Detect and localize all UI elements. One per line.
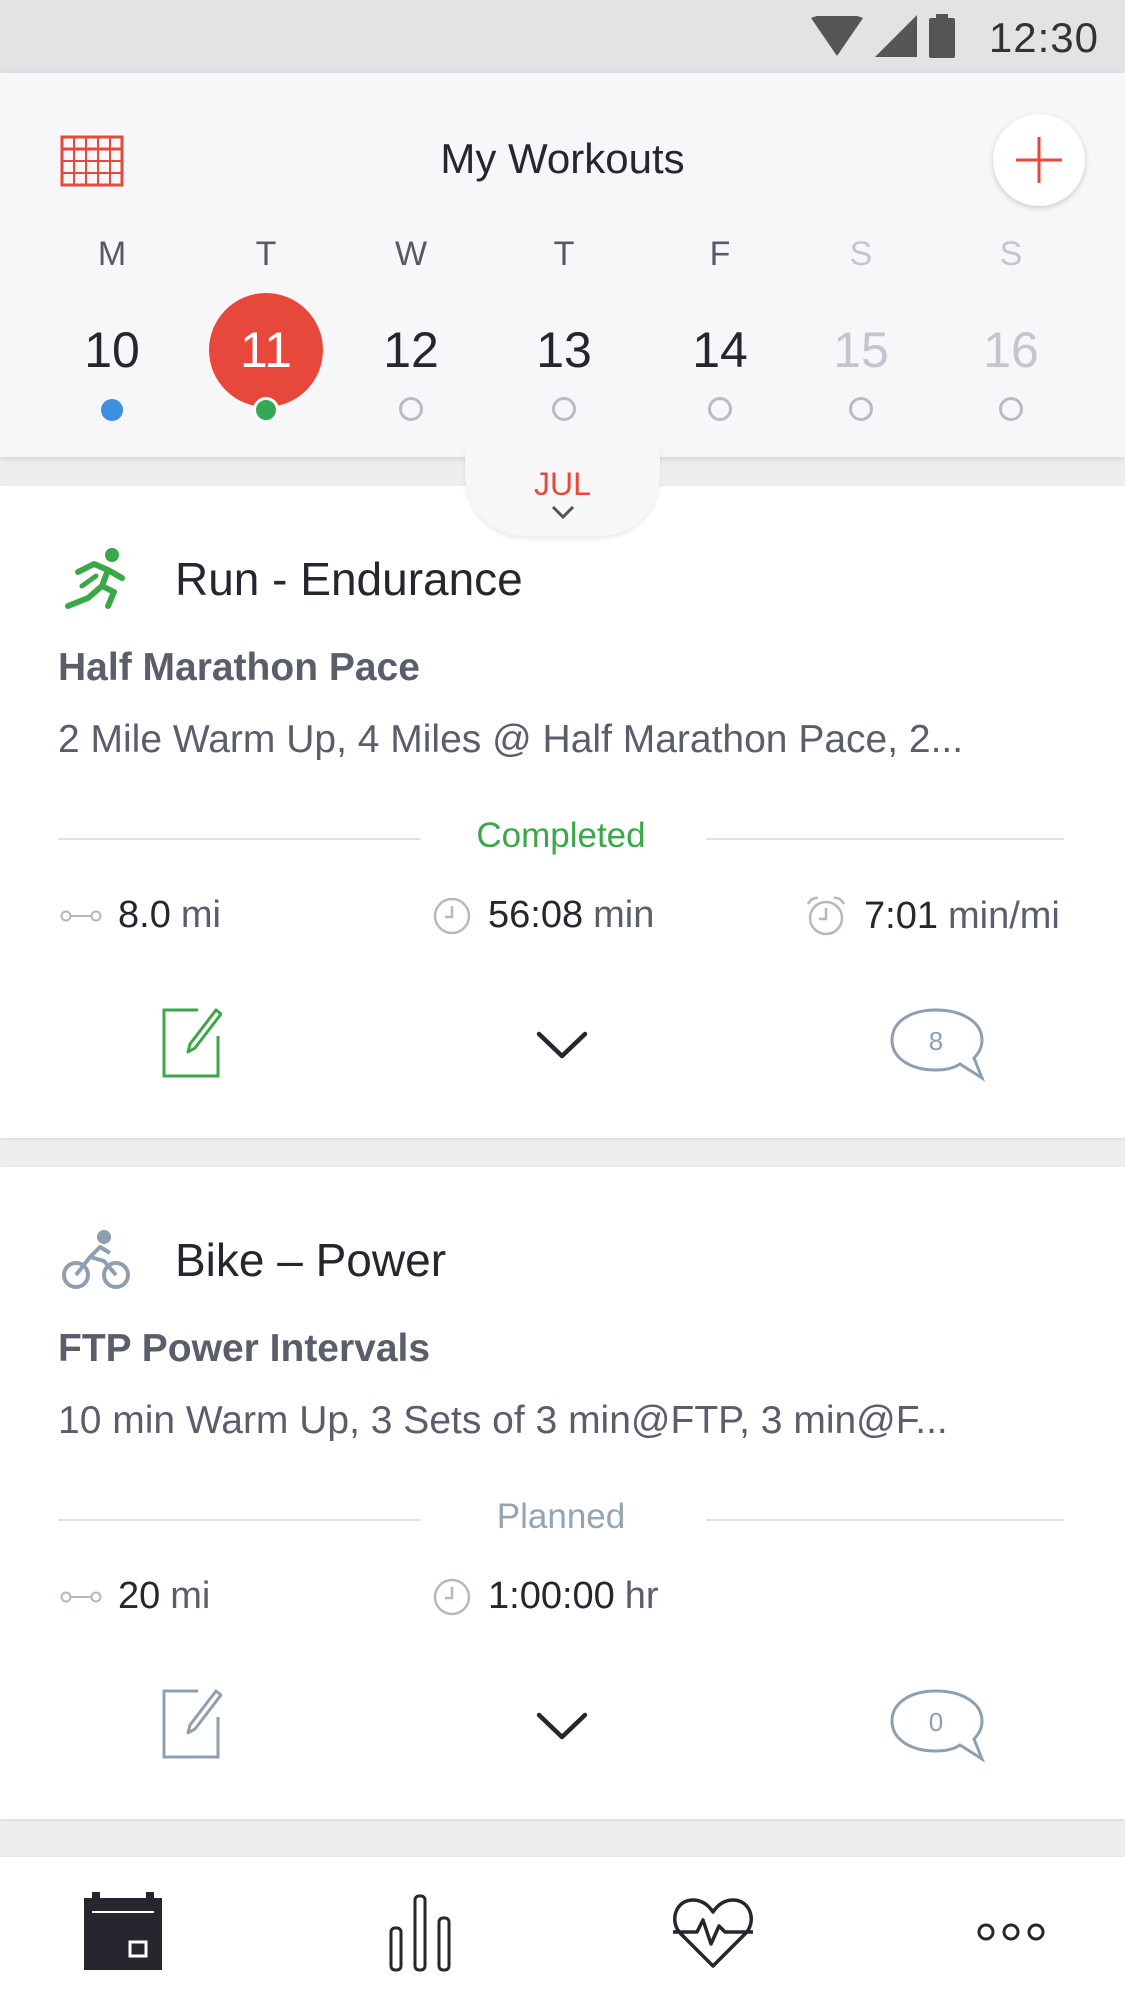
running-icon [65,548,125,609]
tab-health[interactable] [668,1887,758,1977]
comments-button[interactable]: 0 [888,1687,988,1763]
clock-icon [433,1578,471,1615]
add-workout-button[interactable] [993,114,1085,206]
alarm-clock-icon [806,896,846,936]
sport-title: Run - Endurance [175,553,523,605]
workout-dot [708,397,732,421]
workout-description: 2 Mile Warm Up, 4 Miles @ Half Marathon … [58,718,964,761]
chevron-down-icon[interactable] [536,1030,588,1060]
day-letter: F [709,235,731,273]
status-icons [811,14,955,58]
duration-stat: 56:08 min [432,894,654,937]
status-label: Completed [476,816,646,855]
day-wednesday[interactable]: W 12 [351,235,471,421]
bar-chart-tab-icon [389,1894,451,1972]
workout-dot [101,399,123,421]
workout-name: FTP Power Intervals [58,1327,431,1370]
heart-rate-tab-icon [673,1898,753,1968]
workout-dot [552,397,576,421]
day-letter: T [553,235,575,273]
distance-unit: mi [170,1575,211,1617]
day-letter: S [849,235,873,273]
day-letter: W [394,235,428,273]
bottom-tab-bar [0,1856,1125,2001]
pace-value: 7:01 [864,894,938,937]
month-toggle[interactable]: JUL [465,446,660,536]
workout-card-run[interactable]: Run - Endurance Half Marathon Pace 2 Mil… [0,486,1125,1138]
signal-icon [875,15,917,57]
calendar-tab-icon [84,1892,162,1970]
tab-stats[interactable] [375,1887,465,1977]
distance-value: 8.0 [118,894,171,936]
workout-name: Half Marathon Pace [58,646,420,689]
edit-note-icon[interactable] [160,1687,222,1761]
more-dots-tab-icon [977,1923,1045,1941]
wifi-icon [811,16,863,56]
workout-description: 10 min Warm Up, 3 Sets of 3 min@FTP, 3 m… [58,1399,948,1442]
month-label: JUL [534,466,591,502]
day-thursday[interactable]: T 13 [504,235,624,421]
duration-unit: min [593,894,655,936]
day-number: 13 [536,322,592,378]
day-friday[interactable]: F 14 [660,235,780,421]
card-actions: 8 [0,1006,1125,1086]
status-divider: Planned [58,1497,1064,1541]
day-number: 16 [983,322,1039,378]
day-letter: M [97,235,127,273]
duration-stat: 1:00:00 hr [432,1575,659,1618]
status-time: 12:30 [988,14,1099,61]
workout-stats: 20 mi 1:00:00 hr [60,1575,1070,1629]
day-number: 11 [240,322,292,378]
cycling-icon [62,1230,130,1289]
distance-icon [60,1591,102,1602]
workout-dot [999,397,1023,421]
day-number: 12 [383,322,439,378]
week-header: My Workouts M 10 T 11 W 12 T 13 F 14 S 1… [0,73,1125,457]
tab-more[interactable] [966,1887,1056,1977]
distance-icon [60,910,102,921]
day-number: 14 [692,322,748,378]
chevron-down-icon [551,505,574,519]
workout-card-bike[interactable]: Bike – Power FTP Power Intervals 10 min … [0,1167,1125,1819]
workout-dot [253,397,279,423]
day-saturday[interactable]: S 15 [801,235,921,421]
battery-icon [929,14,955,58]
distance-stat: 8.0 mi [60,894,221,937]
duration-unit: hr [624,1575,659,1617]
pace-unit: min/mi [947,894,1060,937]
distance-value: 20 [118,1575,161,1617]
workout-stats: 8.0 mi 56:08 min 7:01 min/mi [60,894,1070,948]
workout-dot [849,397,873,421]
card-actions: 0 [0,1687,1125,1767]
day-tuesday-selected[interactable]: T 11 [206,235,326,423]
day-sunday[interactable]: S 16 [951,235,1071,421]
comments-button[interactable]: 8 [888,1006,988,1082]
day-number: 10 [84,322,140,378]
pace-stat: 7:01 min/mi [804,894,1060,938]
status-bar: 12:30 [0,0,1125,73]
duration-value: 56:08 [488,894,584,936]
plus-icon [1016,137,1062,183]
status-label: Planned [496,1497,626,1536]
edit-note-icon[interactable] [160,1006,222,1080]
day-number: 15 [833,322,889,378]
comment-count: 8 [928,1026,944,1056]
status-divider: Completed [58,816,1064,860]
workout-dot [399,397,423,421]
day-monday[interactable]: M 10 [52,235,172,421]
day-letter: T [255,235,277,273]
page-title: My Workouts [440,135,685,182]
chevron-down-icon[interactable] [536,1711,588,1741]
duration-value: 1:00:00 [488,1575,615,1617]
comment-count: 0 [928,1707,944,1737]
clock-icon [433,897,471,934]
day-letter: S [999,235,1023,273]
sport-title: Bike – Power [175,1234,447,1286]
tab-calendar[interactable] [78,1887,168,1977]
distance-stat: 20 mi [60,1575,210,1618]
distance-unit: mi [180,894,221,936]
